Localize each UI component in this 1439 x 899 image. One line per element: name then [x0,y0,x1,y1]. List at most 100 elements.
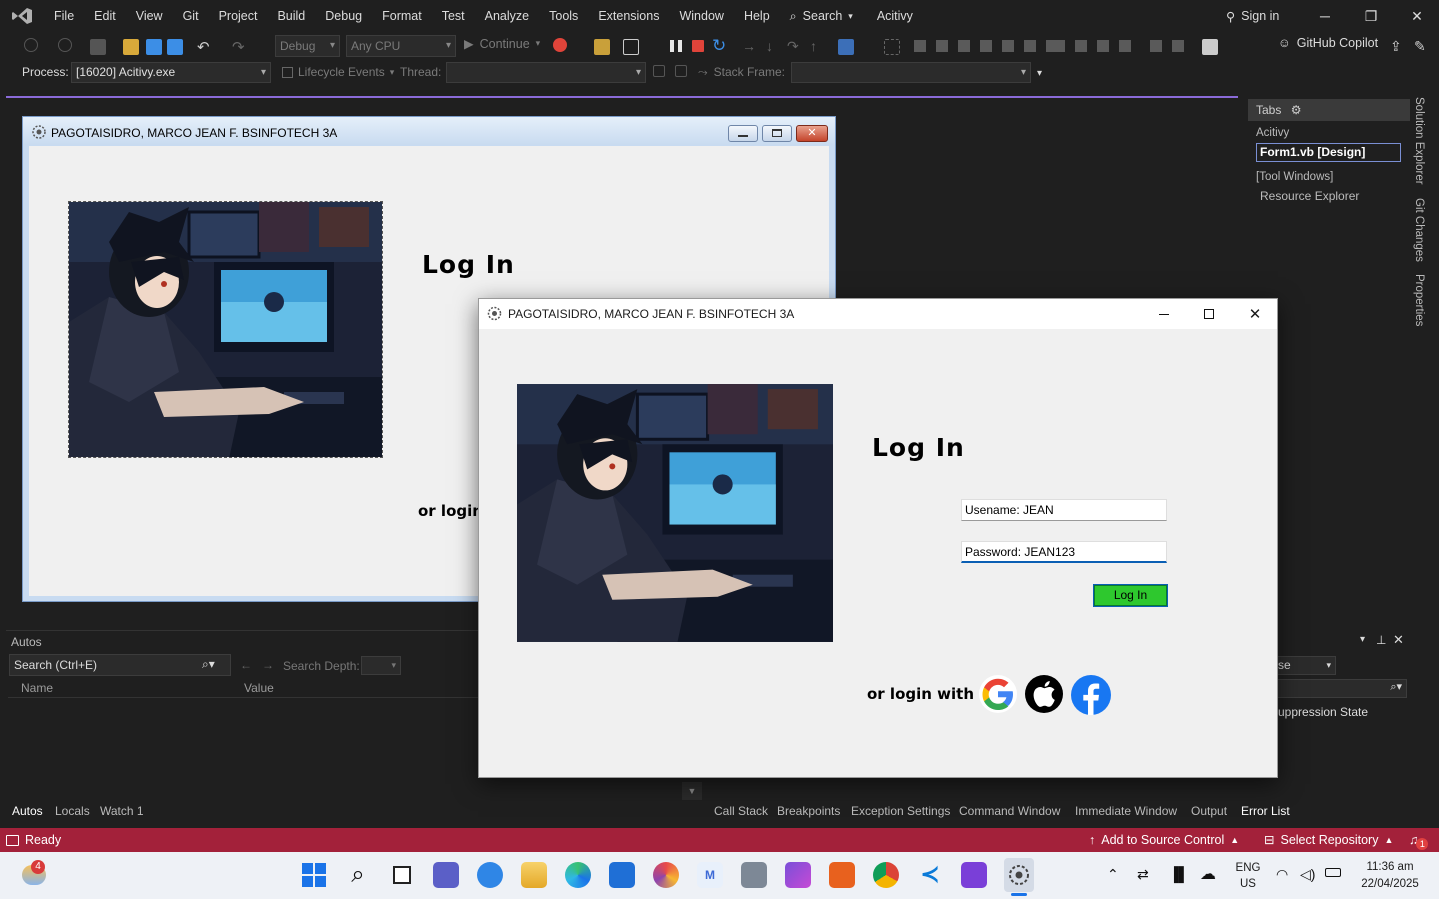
teams-icon[interactable] [433,862,459,888]
forward-arrow-icon[interactable]: → [262,658,274,672]
language-top[interactable]: ENG [1232,862,1264,874]
login-minimize-button[interactable] [1141,299,1187,329]
menu-git[interactable]: Git [173,0,209,32]
visual-studio-logo-icon[interactable] [0,0,44,32]
hot-reload-icon[interactable] [553,38,567,52]
login-form-window[interactable]: PAGOTAISIDRO, MARCO JEAN F. BSINFOTECH 3… [478,298,1278,778]
scroll-down-icon[interactable]: ▼ [682,782,702,800]
menu-test[interactable]: Test [432,0,475,32]
menu-extensions[interactable]: Extensions [588,0,669,32]
tab-properties[interactable]: Properties [1413,274,1425,326]
column-value[interactable]: Value [244,681,274,695]
process-select[interactable]: [16020] Acitivy.exe [71,62,271,83]
column-name[interactable]: Name [21,681,53,695]
google-icon[interactable] [979,675,1017,713]
tab-immediate-window[interactable]: Immediate Window [1075,804,1177,818]
tab-breakpoints[interactable]: Breakpoints [777,804,840,818]
file-explorer-icon[interactable] [521,862,547,888]
notifications-button[interactable]: ♫ 1 [1409,828,1429,852]
redo-icon[interactable]: ↷ [232,38,248,56]
camera-icon[interactable] [741,862,767,888]
column-suppression-state[interactable]: uppression State [1278,705,1368,719]
menu-tools[interactable]: Tools [539,0,588,32]
step-into-icon[interactable]: ↓ [766,38,782,54]
task-view-icon[interactable] [389,862,415,888]
minimize-button[interactable]: ─ [1302,0,1348,32]
pause-icon[interactable] [670,40,682,52]
github-copilot-button[interactable]: ☺ GitHub Copilot [1278,36,1378,50]
microsoft-store-icon[interactable] [609,862,635,888]
thread-select[interactable] [446,62,646,83]
xampp-icon[interactable] [829,862,855,888]
stop-icon[interactable] [692,40,704,52]
close-button[interactable]: ✕ [1394,0,1439,32]
spacing-toolbar[interactable] [1053,40,1133,52]
gear-icon[interactable]: ⚙ [1291,103,1302,117]
search-icon[interactable]: ⌕▾ [202,657,215,672]
flag-icon[interactable] [653,65,665,77]
login-close-button[interactable]: ✕ [1232,299,1278,329]
tab-error-list[interactable]: Error List [1241,804,1290,818]
diagnostic-icon[interactable] [838,39,854,55]
tab-output[interactable]: Output [1191,804,1227,818]
open-folder-icon[interactable] [123,39,139,55]
volume-icon[interactable]: ◁) [1300,866,1315,883]
start-icon[interactable] [301,862,327,888]
global-search-button[interactable]: ⌕ Search ▾ [780,9,863,24]
wifi-icon[interactable]: ◠ [1276,866,1288,883]
language-bottom[interactable]: US [1232,878,1264,890]
platform-select[interactable]: Any CPU [346,35,456,57]
step-over-icon[interactable]: ↷ [787,38,803,54]
menu-edit[interactable]: Edit [84,0,126,32]
mail-icon[interactable]: M [697,862,723,888]
menu-window[interactable]: Window [669,0,733,32]
password-field[interactable]: Password: JEAN123 [961,541,1167,563]
menu-debug[interactable]: Debug [315,0,372,32]
show-hidden-icons-icon[interactable]: ⌃ [1107,866,1119,883]
pin-icon[interactable]: ⊥ [1376,633,1386,647]
continue-button[interactable]: ▶ Continue ▾ [464,36,540,52]
forward-icon[interactable] [58,38,72,52]
stack-frame-select[interactable] [791,62,1031,83]
clock-time[interactable]: 11:36 am [1352,861,1428,873]
visual-studio-icon[interactable] [961,862,987,888]
restore-button[interactable]: ❐ [1348,0,1394,32]
save-icon[interactable] [146,39,162,55]
tab-resource-explorer[interactable]: Resource Explorer [1260,189,1359,203]
error-filter-select[interactable]: se ▾ [1274,656,1336,675]
vscode-icon[interactable]: ≺ [917,862,943,888]
autos-search-input[interactable]: Search (Ctrl+E) [9,654,231,676]
select-repository-button[interactable]: ⊟ Select Repository ▲ [1264,828,1393,852]
error-search-input[interactable]: ⌕▾ [1274,679,1407,698]
menu-view[interactable]: View [126,0,173,32]
tab-form1-design[interactable]: Form1.vb [Design] [1256,143,1401,162]
tab-git-changes[interactable]: Git Changes [1413,198,1425,262]
save-all-icon[interactable] [167,39,183,55]
tab-autos[interactable]: Autos [12,804,43,818]
design-close-button[interactable]: ✕ [796,125,828,142]
panel-dropdown-icon[interactable]: ▾ [1360,634,1365,645]
undo-icon[interactable]: ↶ [197,38,213,56]
flag-threads-icon[interactable] [675,65,687,77]
audio-meter-icon[interactable]: ▐▌ [1169,866,1189,882]
search-icon[interactable]: ⌕ [345,862,371,888]
chrome-icon[interactable] [873,862,899,888]
design-picture-box[interactable] [68,201,383,458]
close-panel-icon[interactable]: ✕ [1393,632,1404,648]
share-icon[interactable]: ⇪ [1390,38,1406,54]
menu-format[interactable]: Format [372,0,432,32]
tab-order-icon[interactable] [1202,39,1218,55]
tab-exception-settings[interactable]: Exception Settings [851,804,950,818]
new-item-icon[interactable] [90,39,106,55]
menu-help[interactable]: Help [734,0,780,32]
battery-icon[interactable] [1325,868,1341,877]
menu-build[interactable]: Build [267,0,315,32]
back-arrow-icon[interactable]: ← [240,658,252,672]
show-next-statement-icon[interactable]: → [742,38,758,54]
layout-alignment-toolbar[interactable] [914,40,1054,52]
tab-watch-1[interactable]: Watch 1 [100,804,144,818]
clock-date[interactable]: 22/04/2025 [1352,878,1428,890]
add-to-source-control-button[interactable]: ↑ Add to Source Control ▲ [1089,828,1239,852]
apple-icon[interactable] [1025,675,1063,713]
lifecycle-events-button[interactable]: Lifecycle Events ▾ [282,65,394,79]
